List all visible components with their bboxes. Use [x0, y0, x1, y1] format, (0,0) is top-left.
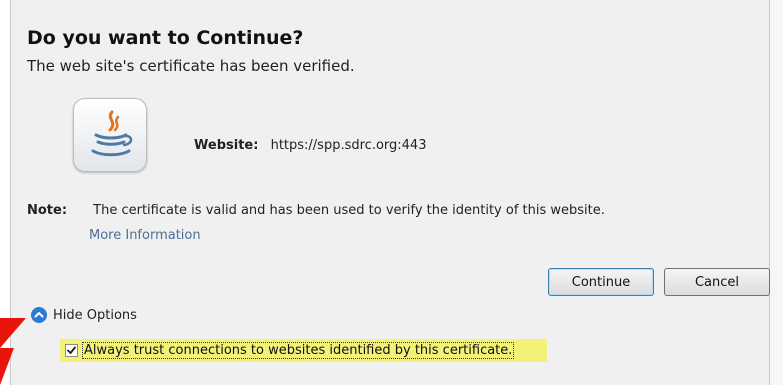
continue-button[interactable]: Continue: [548, 268, 654, 296]
annotation-arrow-icon: [0, 318, 26, 385]
hide-options-label: Hide Options: [53, 307, 137, 323]
more-information-link[interactable]: More Information: [89, 228, 201, 243]
background-strip: [770, 0, 783, 385]
trust-option-row: Always trust connections to websites ide…: [60, 339, 547, 362]
java-icon: [73, 98, 147, 172]
cancel-button[interactable]: Cancel: [664, 268, 770, 296]
website-url: https://spp.sdrc.org:443: [270, 138, 427, 153]
website-row: Website: https://spp.sdrc.org:443: [194, 138, 426, 153]
dialog-subtitle: The web site's certificate has been veri…: [27, 57, 355, 75]
note-label: Note:: [27, 203, 68, 218]
hide-options-toggle[interactable]: Hide Options: [31, 305, 137, 325]
note-row: Note: The certificate is valid and has b…: [27, 203, 605, 218]
dialog-title: Do you want to Continue?: [27, 27, 304, 49]
website-label: Website:: [194, 138, 259, 153]
trust-checkbox[interactable]: [65, 344, 78, 357]
chevron-up-icon: [31, 307, 47, 323]
trust-checkbox-label[interactable]: Always trust connections to websites ide…: [81, 342, 515, 359]
security-dialog: Do you want to Continue? The web site's …: [10, 0, 770, 385]
note-text: The certificate is valid and has been us…: [93, 203, 605, 218]
